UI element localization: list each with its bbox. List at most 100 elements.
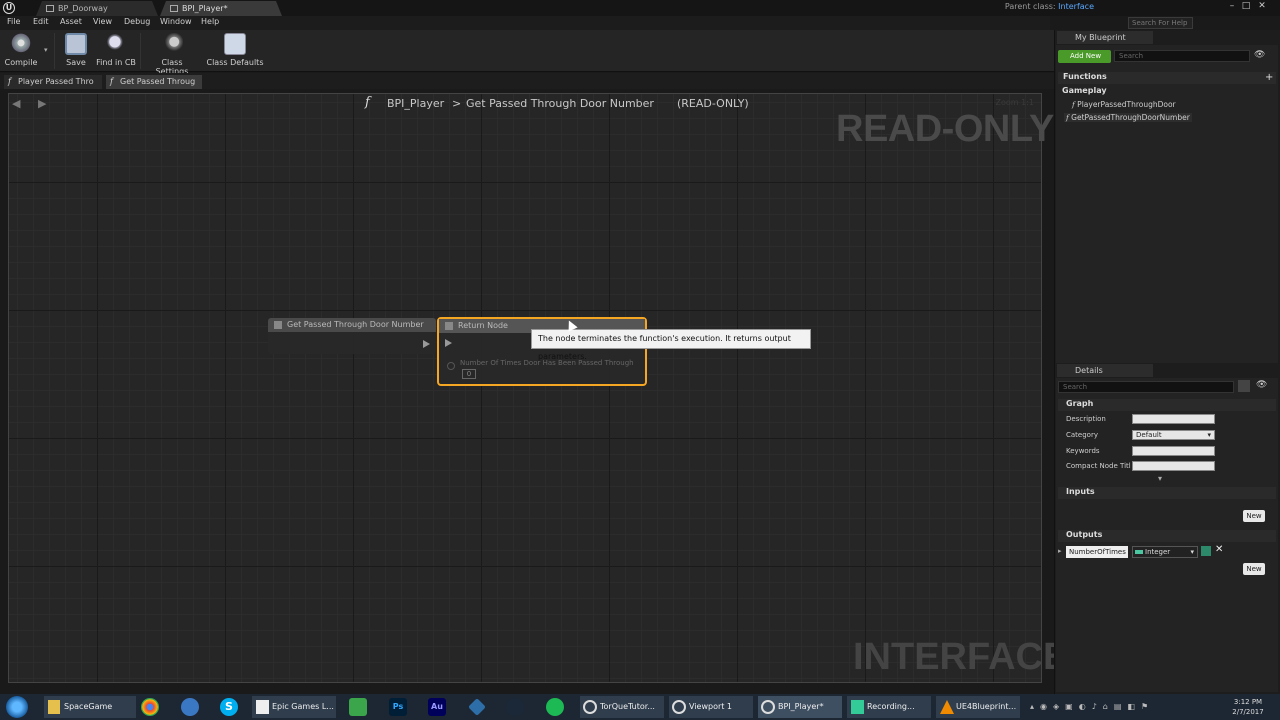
details-tab[interactable]: Details <box>1057 364 1153 377</box>
node-tooltip: The node terminates the function's execu… <box>531 329 811 361</box>
function-item-player-passed-through-door[interactable]: f PlayerPassedThroughDoor <box>1072 100 1176 109</box>
new-output-button[interactable]: New <box>1243 563 1265 575</box>
class-defaults-button[interactable]: Class Defaults <box>206 33 264 70</box>
expand-output-chevron-icon[interactable]: ▸ <box>1058 547 1062 555</box>
return-pin-value[interactable]: 0 <box>462 369 476 379</box>
menu-view[interactable]: View <box>93 17 112 26</box>
taskbar-item-spacegame[interactable]: SpaceGame <box>44 696 136 718</box>
new-input-button[interactable]: New <box>1243 510 1265 522</box>
function-node-icon <box>274 321 282 329</box>
doc-tab-bpi-player[interactable]: BPI_Player* <box>160 1 282 16</box>
class-settings-button[interactable]: Class Settings <box>144 33 200 76</box>
integer-input-pin-icon[interactable] <box>447 362 455 370</box>
taskbar-item-viewport[interactable]: Viewport 1 <box>669 696 753 718</box>
back-arrow-icon[interactable]: ◀ <box>12 97 20 110</box>
compile-options-chevron-icon[interactable]: ▾ <box>44 46 48 54</box>
details-search-input[interactable]: Search <box>1058 381 1234 393</box>
inputs-section-header[interactable]: Inputs <box>1058 487 1276 499</box>
taskbar-item-ue4blueprint[interactable]: UE4Blueprint... <box>936 696 1020 718</box>
help-search-input[interactable]: Search For Help <box>1128 17 1193 29</box>
property-matrix-icon[interactable] <box>1238 380 1250 392</box>
menu-edit[interactable]: Edit <box>33 17 49 26</box>
menu-debug[interactable]: Debug <box>124 17 150 26</box>
windows-start-icon[interactable] <box>6 696 28 718</box>
compile-button[interactable]: Compile <box>2 33 40 70</box>
output-type-dropdown[interactable]: Integer ▾ <box>1132 546 1198 558</box>
my-blueprint-search-input[interactable]: Search <box>1114 50 1250 62</box>
save-button[interactable]: Save <box>60 33 92 70</box>
unreal-icon <box>583 700 597 714</box>
photoshop-icon[interactable]: Ps <box>389 698 407 716</box>
taskbar-clock[interactable]: 3:12 PM 2/7/2017 <box>1228 697 1268 717</box>
remove-output-x-icon[interactable]: ✕ <box>1215 544 1223 555</box>
taskbar-item-recording[interactable]: Recording... <box>847 696 931 718</box>
menu-file[interactable]: File <box>7 17 20 26</box>
description-field[interactable] <box>1132 414 1215 424</box>
breadcrumb-mode: (READ-ONLY) <box>677 97 749 110</box>
menu-help[interactable]: Help <box>201 17 219 26</box>
parent-class-link[interactable]: Interface <box>1058 2 1094 11</box>
graph-section-header[interactable]: Graph <box>1058 399 1276 411</box>
unreal-logo-icon: U <box>3 2 15 14</box>
doc-tab-bp-doorway[interactable]: BP_Doorway <box>36 1 158 16</box>
steam-icon[interactable] <box>506 698 524 716</box>
breadcrumb-root[interactable]: BPI_Player <box>387 97 444 110</box>
vlc-icon <box>940 700 954 714</box>
browser-icon[interactable] <box>181 698 199 716</box>
audition-icon[interactable]: Au <box>428 698 446 716</box>
find-in-cb-button[interactable]: Find in CB <box>96 33 136 70</box>
functions-section-header[interactable]: Functions <box>1058 72 1276 84</box>
graph-editor-canvas[interactable] <box>8 93 1042 683</box>
prop-label-keywords: Keywords <box>1066 447 1100 455</box>
toolbar-divider <box>54 33 55 69</box>
function-entry-node[interactable]: Get Passed Through Door Number <box>268 318 436 354</box>
restore-icon[interactable]: □ <box>1240 1 1252 12</box>
function-item-get-passed-through-door-number[interactable]: f GetPassedThroughDoorNumber <box>1064 113 1192 122</box>
add-function-plus-icon[interactable]: + <box>1265 72 1273 83</box>
unreal-icon <box>761 700 775 714</box>
view-options-eye-icon[interactable]: 👁 <box>1256 380 1267 390</box>
folder-icon <box>48 700 60 714</box>
tab-get-passed-through[interactable]: f Get Passed Throug <box>106 75 202 89</box>
minimize-icon[interactable]: – <box>1226 1 1238 12</box>
toolbar-divider <box>140 33 141 69</box>
compact-node-title-field[interactable] <box>1132 461 1215 471</box>
exec-output-pin-icon[interactable] <box>423 340 430 348</box>
chevron-down-icon: ▾ <box>1207 431 1211 439</box>
expand-advanced-chevron-icon[interactable]: ▾ <box>1158 474 1162 483</box>
breadcrumb-separator: > <box>452 97 462 110</box>
taskbar-item-bpi-player[interactable]: BPI_Player* <box>758 696 842 718</box>
outputs-section-header[interactable]: Outputs <box>1058 530 1276 542</box>
menu-window[interactable]: Window <box>160 17 192 26</box>
add-new-button[interactable]: Add New <box>1058 50 1111 63</box>
function-icon: f <box>110 77 113 86</box>
function-icon: f <box>365 95 370 110</box>
prop-label-description: Description <box>1066 415 1106 423</box>
system-tray-icons[interactable]: ▴◉◈▣◐♪⌂▤◧⚑ <box>1030 702 1220 712</box>
category-gameplay[interactable]: Gameplay <box>1062 86 1107 95</box>
forward-arrow-icon[interactable]: ▶ <box>38 97 46 110</box>
category-dropdown[interactable]: Default ▾ <box>1132 430 1215 440</box>
keywords-field[interactable] <box>1132 446 1215 456</box>
chrome-icon[interactable] <box>141 698 159 716</box>
container-type-icon[interactable] <box>1201 546 1211 556</box>
my-blueprint-tab[interactable]: My Blueprint <box>1057 31 1153 44</box>
menu-asset[interactable]: Asset <box>60 17 82 26</box>
app-green-icon[interactable] <box>349 698 367 716</box>
zoom-level: Zoom 1:1 <box>995 98 1034 107</box>
tab-player-passed-through[interactable]: f Player Passed Thro <box>4 75 102 89</box>
entry-node-header: Get Passed Through Door Number <box>268 318 436 332</box>
epic-games-icon <box>256 700 269 714</box>
output-name-field[interactable]: NumberOfTimes <box>1066 546 1128 558</box>
skype-icon[interactable]: S <box>220 698 238 716</box>
compile-icon <box>10 33 32 55</box>
spotify-icon[interactable] <box>546 698 564 716</box>
taskbar-item-epic-games[interactable]: Epic Games L... <box>252 696 336 718</box>
class-settings-icon <box>161 33 183 55</box>
exec-input-pin-icon[interactable] <box>445 339 452 347</box>
interface-icon <box>170 5 178 12</box>
view-options-eye-icon[interactable]: 👁 <box>1254 50 1265 60</box>
taskbar-item-torque-tutor[interactable]: TorQueTutor... <box>580 696 664 718</box>
blueprint-icon <box>46 5 54 12</box>
close-icon[interactable]: ✕ <box>1256 1 1268 12</box>
